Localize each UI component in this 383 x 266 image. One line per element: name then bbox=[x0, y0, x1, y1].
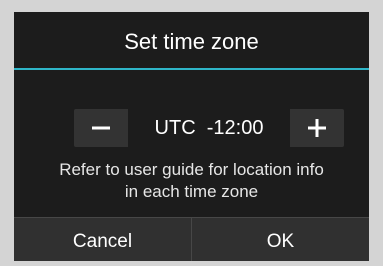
decrement-button[interactable] bbox=[74, 109, 128, 147]
guide-text: Refer to user guide for location info in… bbox=[14, 159, 369, 203]
title-divider bbox=[14, 68, 369, 70]
set-time-zone-dialog: Set time zone UTC -12:00 Refer to user g… bbox=[14, 12, 369, 261]
time-zone-stepper: UTC -12:00 bbox=[74, 109, 344, 147]
ok-button[interactable]: OK bbox=[192, 218, 369, 261]
dialog-button-bar: Cancel OK bbox=[14, 217, 369, 261]
guide-text-line-2: in each time zone bbox=[124, 182, 259, 201]
guide-text-line-1: Refer to user guide for location info bbox=[59, 160, 324, 179]
minus-icon bbox=[92, 126, 110, 130]
increment-button[interactable] bbox=[290, 109, 344, 147]
time-zone-value: UTC -12:00 bbox=[128, 109, 290, 147]
plus-icon bbox=[308, 119, 326, 137]
cancel-button[interactable]: Cancel bbox=[14, 218, 191, 261]
dialog-title: Set time zone bbox=[124, 29, 259, 54]
